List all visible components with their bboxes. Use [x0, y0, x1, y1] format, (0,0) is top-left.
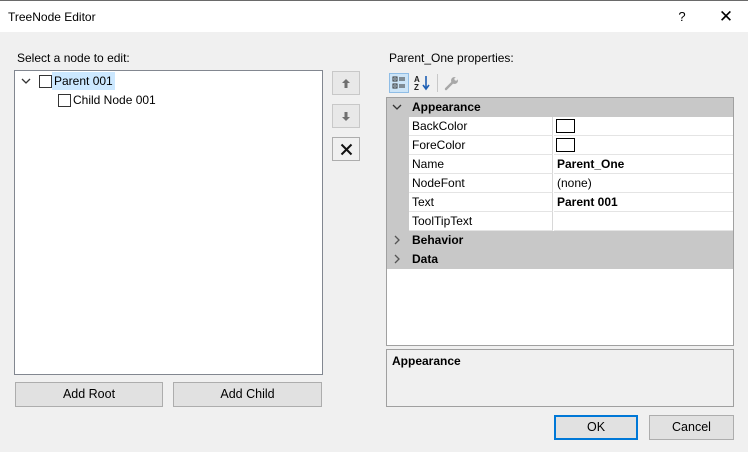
- property-value[interactable]: [554, 136, 733, 155]
- color-swatch: [556, 138, 575, 152]
- categorized-button[interactable]: [389, 73, 409, 93]
- add-root-button[interactable]: Add Root: [15, 382, 163, 407]
- row-margin: [387, 136, 409, 155]
- property-grid[interactable]: Appearance BackColor ForeColor Name Pare…: [386, 97, 734, 346]
- node-tree[interactable]: Parent 001 Child Node 001: [14, 70, 323, 375]
- category-label: Behavior: [412, 233, 464, 247]
- chevron-right-icon[interactable]: [392, 235, 402, 245]
- row-margin: [387, 155, 409, 174]
- property-name[interactable]: ToolTipText: [409, 212, 553, 231]
- categorized-icon: [392, 76, 405, 89]
- row-margin: [387, 212, 409, 231]
- property-row-text[interactable]: Text Parent 001: [387, 193, 733, 212]
- property-name[interactable]: Name: [409, 155, 553, 174]
- color-swatch: [556, 119, 575, 133]
- tree-node-label[interactable]: Child Node 001: [71, 91, 158, 109]
- property-pages-button[interactable]: [442, 73, 462, 93]
- add-child-button[interactable]: Add Child: [173, 382, 322, 407]
- property-value[interactable]: (none): [554, 174, 733, 193]
- properties-label: Parent_One properties:: [389, 51, 514, 65]
- move-up-button[interactable]: [332, 71, 360, 95]
- row-margin: [387, 117, 409, 136]
- close-button[interactable]: ✕: [704, 4, 748, 30]
- tree-node-label[interactable]: Parent 001: [52, 72, 115, 90]
- property-value[interactable]: Parent 001: [554, 193, 733, 212]
- property-name[interactable]: NodeFont: [409, 174, 553, 193]
- node-checkbox[interactable]: [39, 75, 52, 88]
- row-margin: [387, 193, 409, 212]
- property-row-tooltiptext[interactable]: ToolTipText: [387, 212, 733, 231]
- window-title: TreeNode Editor: [8, 10, 96, 24]
- help-button[interactable]: ?: [670, 4, 694, 30]
- category-label: Appearance: [412, 100, 481, 114]
- chevron-down-icon[interactable]: [20, 75, 32, 87]
- title-bar: TreeNode Editor ? ✕: [0, 0, 748, 32]
- property-description-panel: Appearance: [386, 349, 734, 407]
- category-behavior[interactable]: Behavior: [387, 231, 733, 250]
- arrow-up-icon: [342, 79, 350, 88]
- tree-node-parent[interactable]: Parent 001: [15, 72, 315, 90]
- alphabetical-button[interactable]: A Z: [412, 73, 432, 93]
- toolbar-separator: [437, 74, 438, 92]
- select-node-label: Select a node to edit:: [17, 51, 130, 65]
- svg-text:Z: Z: [414, 83, 419, 92]
- property-value[interactable]: Parent_One: [554, 155, 733, 174]
- chevron-right-icon[interactable]: [392, 254, 402, 264]
- property-value[interactable]: [554, 117, 733, 136]
- ok-button[interactable]: OK: [554, 415, 638, 440]
- property-name[interactable]: Text: [409, 193, 553, 212]
- property-row-forecolor[interactable]: ForeColor: [387, 136, 733, 155]
- category-data[interactable]: Data: [387, 250, 733, 269]
- description-title: Appearance: [392, 354, 461, 368]
- property-row-nodefont[interactable]: NodeFont (none): [387, 174, 733, 193]
- property-row-backcolor[interactable]: BackColor: [387, 117, 733, 136]
- delete-button[interactable]: [332, 137, 360, 161]
- wrench-icon: [444, 77, 458, 91]
- property-row-name[interactable]: Name Parent_One: [387, 155, 733, 174]
- chevron-down-icon[interactable]: [392, 102, 402, 112]
- delete-icon: [340, 143, 353, 156]
- node-checkbox[interactable]: [58, 94, 71, 107]
- tree-node-child[interactable]: Child Node 001: [15, 91, 315, 109]
- row-margin: [387, 174, 409, 193]
- category-label: Data: [412, 252, 439, 266]
- move-down-button[interactable]: [332, 104, 360, 128]
- sort-alphabetical-icon: A Z: [414, 75, 430, 92]
- property-value[interactable]: [554, 212, 733, 231]
- category-appearance[interactable]: Appearance: [387, 98, 733, 117]
- cancel-button[interactable]: Cancel: [649, 415, 734, 440]
- property-name[interactable]: BackColor: [409, 117, 553, 136]
- property-name[interactable]: ForeColor: [409, 136, 553, 155]
- arrow-down-icon: [342, 112, 350, 121]
